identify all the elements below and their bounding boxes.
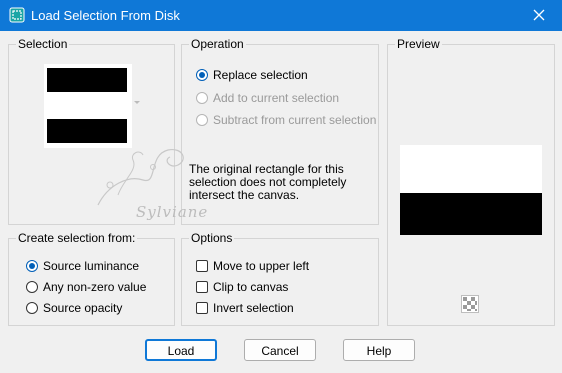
create-selection-group-label: Create selection from: (16, 231, 138, 245)
transparency-checker-icon[interactable] (461, 295, 479, 313)
preview-group-label: Preview (395, 37, 442, 51)
any-non-zero-value-label: Any non-zero value (43, 280, 147, 294)
radio-indicator[interactable] (26, 302, 38, 314)
checkbox-indicator[interactable] (196, 302, 208, 314)
radio-indicator[interactable] (26, 281, 38, 293)
checkbox-indicator[interactable] (196, 281, 208, 293)
cancel-button[interactable]: Cancel (244, 339, 316, 361)
app-icon (9, 7, 25, 23)
title-bar: Load Selection From Disk (0, 0, 562, 31)
source-luminance-label: Source luminance (43, 259, 140, 273)
preview-bottom-bar (400, 193, 542, 235)
replace-selection-label: Replace selection (213, 68, 308, 82)
radio-indicator[interactable] (196, 69, 208, 81)
operation-group-label: Operation (189, 37, 246, 51)
selection-thumbnail (44, 64, 132, 148)
invert-selection-label: Invert selection (213, 301, 294, 315)
preview-group: Preview (387, 37, 555, 326)
load-button[interactable]: Load (145, 339, 217, 361)
selection-group-label: Selection (16, 37, 70, 51)
radio-indicator[interactable] (196, 92, 208, 104)
subtract-from-selection-label: Subtract from current selection (213, 113, 377, 127)
radio-indicator[interactable] (196, 114, 208, 126)
operation-group: Operation Replace selection Add to curre… (181, 37, 379, 225)
options-group-label: Options (189, 231, 235, 245)
thumbnail-bottom-bar (47, 119, 127, 143)
add-to-selection-label: Add to current selection (213, 91, 340, 105)
thumbnail-dropdown-arrow-icon[interactable] (134, 101, 140, 104)
clip-to-canvas-label: Clip to canvas (213, 280, 289, 294)
radio-indicator[interactable] (26, 260, 38, 272)
move-to-upper-left-label: Move to upper left (213, 259, 310, 273)
intersect-warning-message: The original rectangle for this selectio… (189, 162, 347, 202)
close-icon (533, 9, 545, 21)
close-button[interactable] (516, 0, 562, 31)
preview-canvas (400, 145, 542, 235)
options-group: Options Move to upper left Clip to canva… (181, 231, 379, 326)
selection-group: Selection (8, 37, 175, 225)
window-title: Load Selection From Disk (31, 8, 180, 23)
thumbnail-top-bar (47, 68, 127, 92)
help-button[interactable]: Help (343, 339, 415, 361)
source-opacity-label: Source opacity (43, 301, 123, 315)
checkbox-indicator[interactable] (196, 260, 208, 272)
create-selection-group: Create selection from: Source luminance … (8, 231, 175, 326)
